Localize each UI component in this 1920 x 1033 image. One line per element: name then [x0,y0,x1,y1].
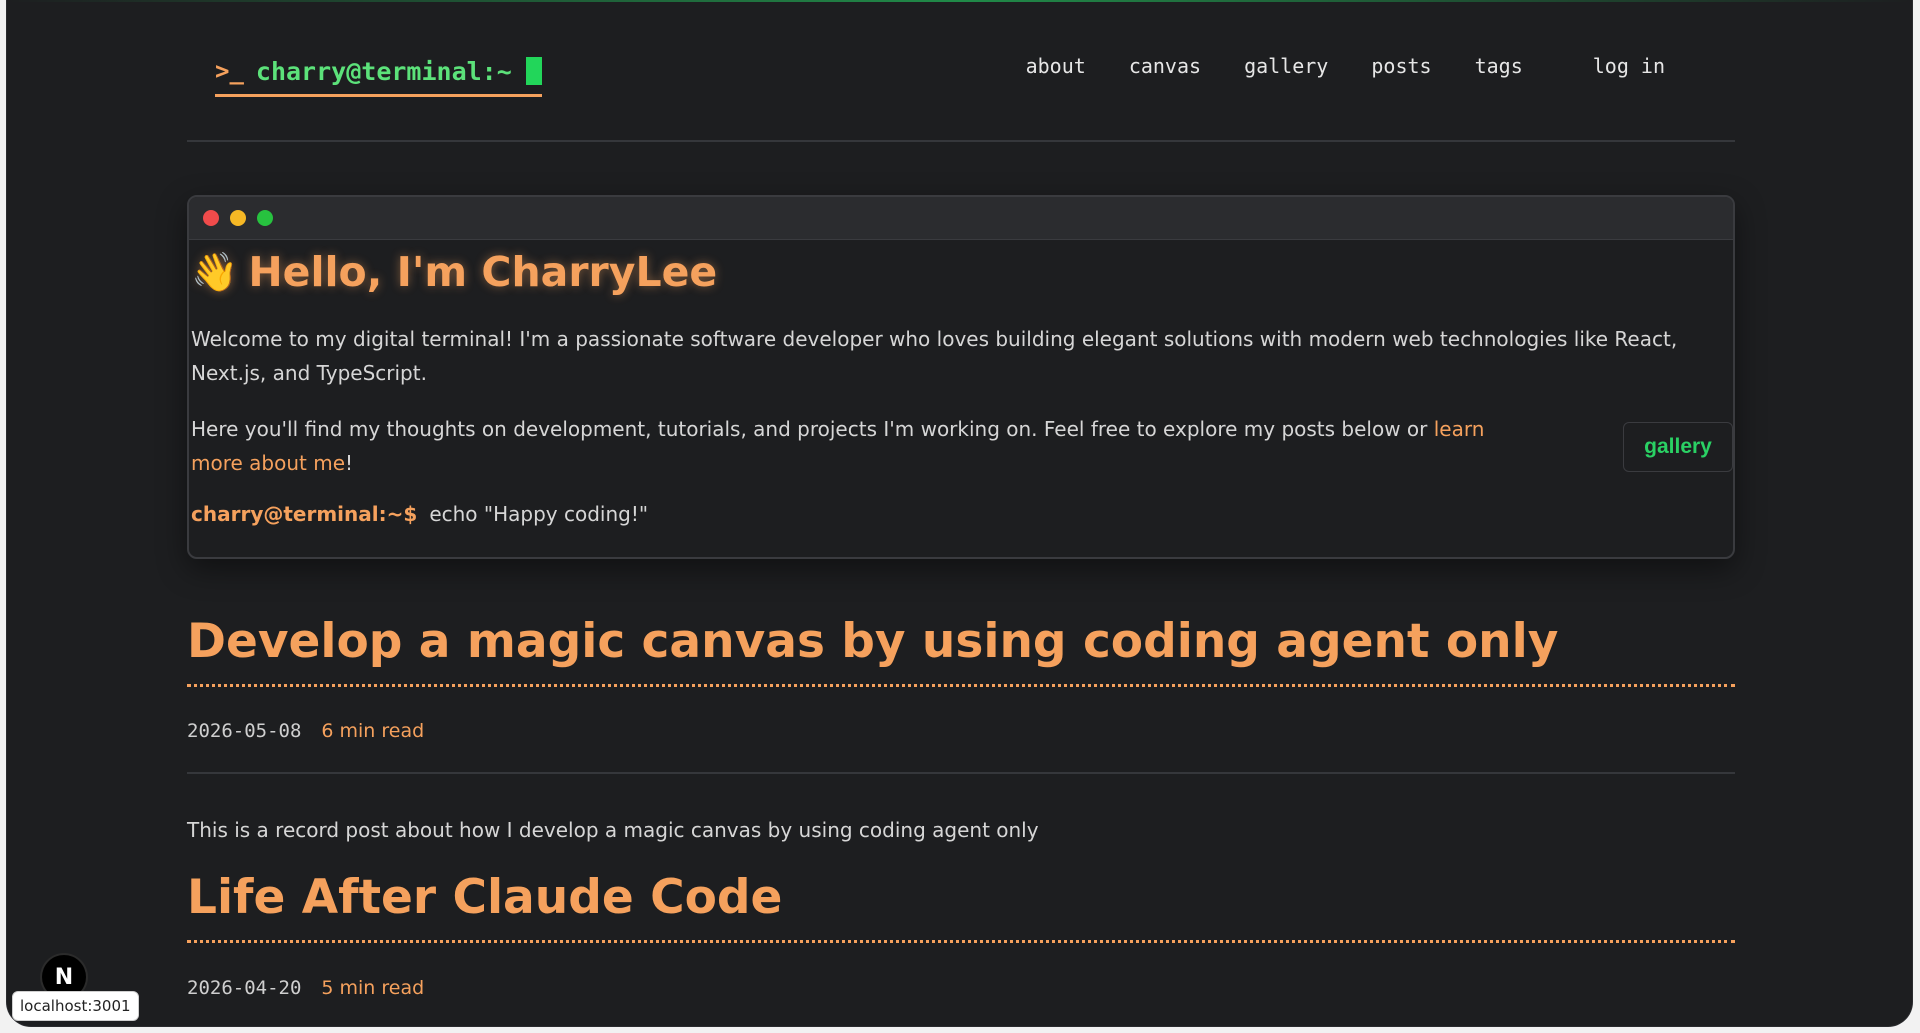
post-title-link[interactable]: Develop a magic canvas by using coding a… [187,612,1735,687]
post-date: 2026-05-08 [187,720,302,742]
status-url-tooltip: localhost:3001 [12,991,139,1021]
post-meta: 2026-04-20 5 min read [187,977,424,999]
intro-paragraph-2: Here you'll find my thoughts on developm… [191,412,1541,480]
post-excerpt: This is a record post about how I develo… [187,818,1039,842]
command-text: echo "Happy coding!" [429,502,649,526]
post-read-time: 6 min read [321,720,425,742]
terminal-window-card: 👋 Hello, I'm CharryLee Welcome to my dig… [187,195,1735,559]
gallery-button[interactable]: gallery [1623,422,1733,472]
intro-heading: 👋 Hello, I'm CharryLee [191,244,1733,300]
intro-title: Hello, I'm CharryLee [248,248,718,296]
minimize-dot-icon [230,210,246,226]
cursor-block-icon [525,57,542,85]
main-nav: about canvas gallery posts tags log in [983,54,1665,78]
nav-posts[interactable]: posts [1371,54,1431,78]
brand-text: charry@terminal:~ [255,56,512,86]
browser-viewport: >_ charry@terminal:~ about canvas galler… [7,0,1912,1026]
login-link[interactable]: log in [1593,54,1665,78]
post-title-link[interactable]: Life After Claude Code [187,868,1735,943]
post-divider [187,772,1735,774]
brand-home-link[interactable]: >_ charry@terminal:~ [215,52,542,97]
post-date: 2026-04-20 [187,977,302,999]
terminal-body: 👋 Hello, I'm CharryLee Welcome to my dig… [189,244,1733,526]
terminal-command-line: charry@terminal:~$ echo "Happy coding!" [191,502,1733,526]
nav-canvas[interactable]: canvas [1129,54,1201,78]
command-prompt: charry@terminal:~$ [191,502,418,526]
page-container: >_ charry@terminal:~ about canvas galler… [187,0,1735,999]
intro-paragraph-2-end: ! [345,451,354,475]
terminal-titlebar [189,197,1733,240]
maximize-dot-icon [257,210,273,226]
waving-hand-icon: 👋 [191,249,239,294]
intro-paragraph-2-text: Here you'll find my thoughts on developm… [191,417,1434,441]
nav-about[interactable]: about [1026,54,1086,78]
nav-tags[interactable]: tags [1475,54,1523,78]
terminal-prompt-icon: >_ [215,57,244,85]
nav-gallery[interactable]: gallery [1244,54,1328,78]
intro-paragraph-1: Welcome to my digital terminal! I'm a pa… [191,327,1678,385]
post-read-time: 5 min read [321,977,425,999]
close-dot-icon [203,210,219,226]
site-header: >_ charry@terminal:~ about canvas galler… [187,0,1735,142]
post-meta: 2026-05-08 6 min read [187,720,424,742]
